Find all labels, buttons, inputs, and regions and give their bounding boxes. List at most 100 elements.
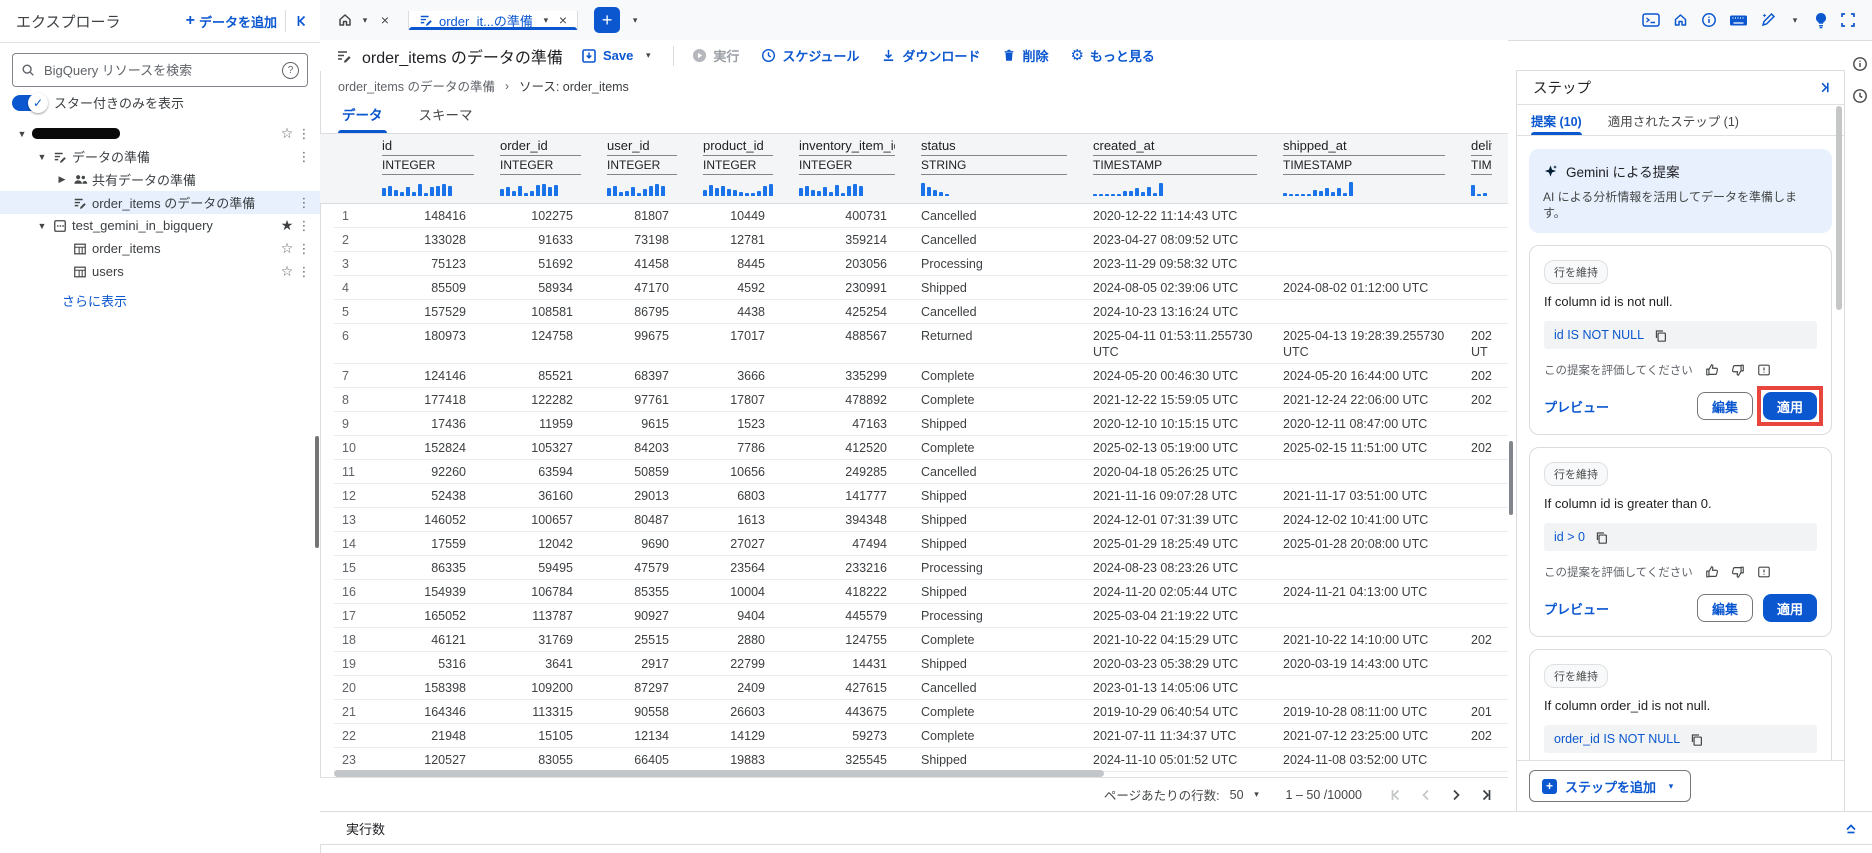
tab-data[interactable]: データ bbox=[338, 98, 387, 133]
kebab-menu-icon[interactable]: ⋮ bbox=[296, 126, 312, 142]
rows-per-page-select[interactable]: 50 ▾ bbox=[1230, 788, 1264, 802]
column-header-inventory_item_id[interactable]: inventory_item_id bbox=[787, 134, 909, 156]
gemini-pen-icon[interactable] bbox=[1760, 12, 1776, 28]
run-button[interactable]: 実行 bbox=[692, 46, 739, 65]
side-panel-info-icon[interactable] bbox=[1852, 56, 1868, 72]
tab-suggestions[interactable]: 提案 (10) bbox=[1531, 105, 1582, 135]
column-histogram-inventory_item_id[interactable] bbox=[787, 175, 909, 199]
gemini-pen-caret-icon[interactable]: ▾ bbox=[1788, 15, 1802, 26]
tab-applied-steps[interactable]: 適用されたステップ (1) bbox=[1608, 105, 1739, 135]
feedback-icon[interactable] bbox=[1757, 363, 1771, 377]
column-header-id[interactable]: id bbox=[370, 134, 488, 156]
last-page-icon[interactable] bbox=[1478, 787, 1494, 803]
sidebar-item-order-items-data-preparation[interactable]: order_items のデータの準備⋮ bbox=[0, 191, 320, 214]
breadcrumb-item[interactable]: order_items のデータの準備 bbox=[338, 76, 495, 95]
apply-button[interactable]: 適用 bbox=[1763, 392, 1817, 420]
sidebar-item-project[interactable]: ▼ ☆⋮ bbox=[0, 122, 320, 145]
tab-caret-icon[interactable]: ▾ bbox=[539, 15, 553, 26]
feedback-icon[interactable] bbox=[1757, 565, 1771, 579]
save-caret-icon[interactable]: ▾ bbox=[641, 50, 655, 61]
copy-icon[interactable] bbox=[1654, 329, 1667, 342]
sidebar-item-dataset-test-gemini-in-bigquery[interactable]: ▼test_gemini_in_bigquery★⋮ bbox=[0, 214, 320, 237]
bigquery-resource-search[interactable]: ? bbox=[12, 53, 308, 87]
first-page-icon[interactable] bbox=[1388, 787, 1404, 803]
star-icon[interactable]: ☆ bbox=[278, 125, 296, 142]
steps-panel-scrollbar[interactable] bbox=[1836, 106, 1842, 310]
horizontal-scrollbar[interactable] bbox=[334, 770, 1104, 777]
sidebar-item-table-order-items[interactable]: order_items☆⋮ bbox=[0, 237, 320, 260]
expand-arrow-icon[interactable]: ▼ bbox=[34, 152, 50, 162]
kebab-menu-icon[interactable]: ⋮ bbox=[296, 218, 312, 234]
preview-button[interactable]: プレビュー bbox=[1544, 397, 1609, 416]
starred-only-toggle[interactable]: ✓ bbox=[12, 95, 46, 111]
column-histogram-status[interactable] bbox=[909, 175, 1081, 199]
delete-button[interactable]: 削除 bbox=[1002, 46, 1048, 65]
collapse-explorer-icon[interactable] bbox=[294, 13, 310, 29]
column-header-created_at[interactable]: created_at bbox=[1081, 134, 1271, 156]
kebab-menu-icon[interactable]: ⋮ bbox=[296, 241, 312, 257]
column-header-shipped_at[interactable]: shipped_at bbox=[1271, 134, 1459, 156]
add-data-button[interactable]: +データを追加 bbox=[186, 12, 277, 31]
thumbs-up-icon[interactable] bbox=[1705, 363, 1719, 377]
sidebar-item-shared-data-preparation[interactable]: ▶共有データの準備 bbox=[0, 168, 320, 191]
preview-button[interactable]: プレビュー bbox=[1544, 599, 1609, 618]
keyboard-icon[interactable] bbox=[1729, 13, 1748, 28]
tab-order-items-preparation[interactable]: order_it...の準備 ▾ × bbox=[408, 11, 578, 30]
star-icon[interactable]: ☆ bbox=[278, 263, 296, 280]
info-icon[interactable] bbox=[1701, 12, 1717, 28]
tab-close-icon[interactable]: × bbox=[559, 12, 567, 28]
column-histogram-order_id[interactable] bbox=[488, 175, 595, 199]
save-button[interactable]: Save bbox=[581, 48, 633, 64]
column-header-order_id[interactable]: order_id bbox=[488, 134, 595, 156]
fullscreen-icon[interactable] bbox=[1840, 12, 1856, 28]
schedule-button[interactable]: スケジュール bbox=[761, 46, 859, 65]
lightbulb-icon[interactable] bbox=[1814, 12, 1828, 29]
column-header-product_id[interactable]: product_id bbox=[691, 134, 787, 156]
kebab-menu-icon[interactable]: ⋮ bbox=[296, 264, 312, 280]
copy-icon[interactable] bbox=[1690, 733, 1703, 746]
star-icon[interactable]: ☆ bbox=[278, 240, 296, 257]
collapse-steps-panel-icon[interactable] bbox=[1817, 80, 1832, 95]
star-icon[interactable]: ★ bbox=[278, 217, 296, 234]
next-page-icon[interactable] bbox=[1448, 787, 1464, 803]
thumbs-down-icon[interactable] bbox=[1731, 363, 1745, 377]
column-histogram-delivered_at[interactable] bbox=[1459, 175, 1506, 199]
collapsed-arrow-icon[interactable]: ▶ bbox=[54, 174, 70, 185]
column-histogram-shipped_at[interactable] bbox=[1271, 175, 1459, 199]
side-panel-history-icon[interactable] bbox=[1852, 88, 1868, 104]
more-button[interactable]: ⚙ もっと見る bbox=[1070, 46, 1154, 65]
home-tab-caret-icon[interactable]: ▾ bbox=[358, 15, 372, 26]
edit-button[interactable]: 編集 bbox=[1697, 392, 1753, 420]
previous-page-icon[interactable] bbox=[1418, 787, 1434, 803]
home-icon[interactable] bbox=[1672, 12, 1689, 28]
show-more-link[interactable]: さらに表示 bbox=[62, 291, 320, 310]
sidebar-item-data-preparation[interactable]: ▼データの準備⋮ bbox=[0, 145, 320, 168]
column-header-delivered_at[interactable]: delivered_at bbox=[1459, 134, 1506, 156]
column-histogram-product_id[interactable] bbox=[691, 175, 787, 199]
add-step-button[interactable]: + ステップを追加 ▾ bbox=[1529, 770, 1691, 802]
column-histogram-user_id[interactable] bbox=[595, 175, 691, 199]
search-input[interactable] bbox=[42, 62, 275, 79]
apply-button[interactable]: 適用 bbox=[1763, 594, 1817, 622]
expand-arrow-icon[interactable]: ▼ bbox=[14, 129, 30, 139]
explorer-scrollbar[interactable] bbox=[315, 436, 319, 548]
kebab-menu-icon[interactable]: ⋮ bbox=[296, 195, 312, 211]
column-header-status[interactable]: status bbox=[909, 134, 1081, 156]
kebab-menu-icon[interactable]: ⋮ bbox=[296, 149, 312, 165]
thumbs-up-icon[interactable] bbox=[1705, 565, 1719, 579]
column-header-user_id[interactable]: user_id bbox=[595, 134, 691, 156]
edit-button[interactable]: 編集 bbox=[1697, 594, 1753, 622]
cloud-shell-icon[interactable] bbox=[1642, 12, 1660, 28]
expand-arrow-icon[interactable]: ▼ bbox=[34, 221, 50, 231]
download-button[interactable]: ダウンロード bbox=[881, 46, 980, 65]
sidebar-item-table-users[interactable]: users☆⋮ bbox=[0, 260, 320, 283]
tab-schema[interactable]: スキーマ bbox=[415, 98, 477, 133]
search-help-icon[interactable]: ? bbox=[282, 62, 299, 79]
home-tab-icon[interactable] bbox=[334, 8, 356, 32]
new-tab-caret-icon[interactable]: ▾ bbox=[628, 15, 642, 26]
home-tab-close-icon[interactable]: × bbox=[374, 8, 396, 32]
column-histogram-created_at[interactable] bbox=[1081, 175, 1271, 199]
thumbs-down-icon[interactable] bbox=[1731, 565, 1745, 579]
column-histogram-id[interactable] bbox=[370, 175, 488, 199]
copy-icon[interactable] bbox=[1595, 531, 1608, 544]
